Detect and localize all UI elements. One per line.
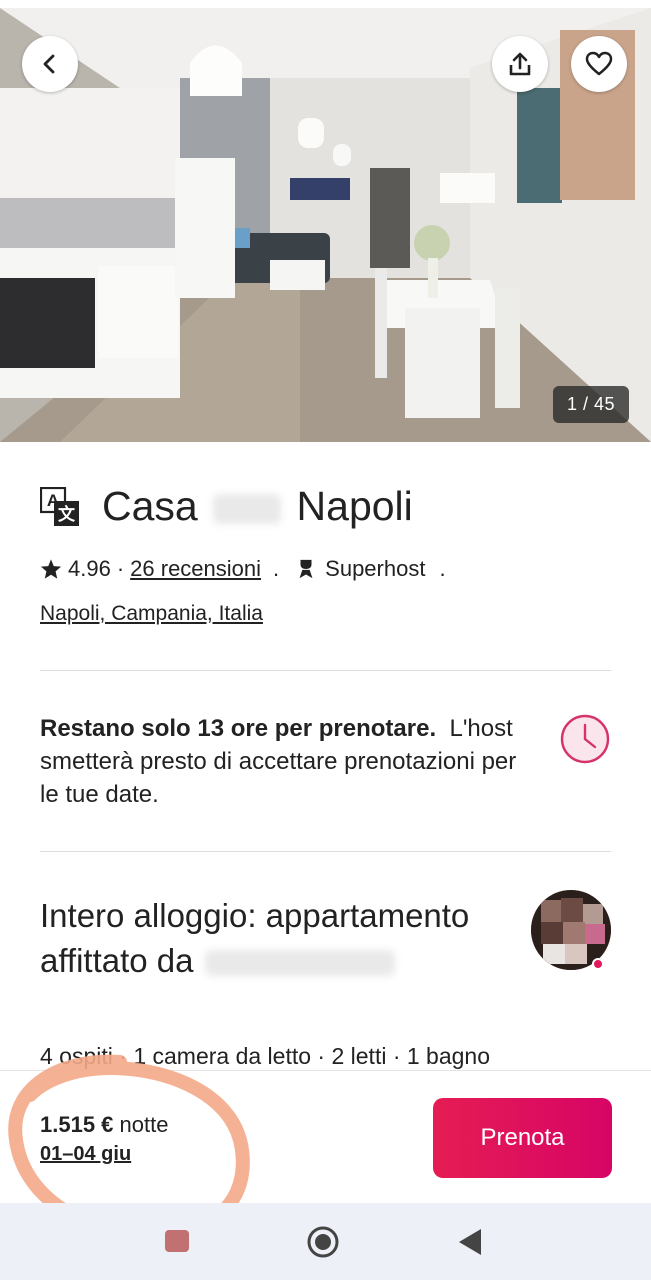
recent-apps-icon[interactable] bbox=[164, 1229, 190, 1253]
back-nav-icon[interactable] bbox=[456, 1227, 484, 1257]
divider bbox=[40, 670, 611, 671]
star-icon bbox=[40, 559, 62, 579]
divider-2 bbox=[40, 851, 611, 852]
superhost-badge bbox=[592, 958, 604, 970]
clock-icon bbox=[560, 714, 610, 764]
meta-dot: . bbox=[273, 556, 280, 581]
price-line: 1.515 € notte bbox=[40, 1112, 168, 1138]
amenities-summary: 4 ospiti · 1 camera da letto · 2 letti ·… bbox=[40, 1043, 491, 1069]
share-icon bbox=[509, 52, 531, 76]
booking-bar: 1.515 € notte 01–04 giu Prenota bbox=[0, 1070, 651, 1203]
listing-title-left: Casa bbox=[102, 483, 198, 529]
chevron-left-icon bbox=[43, 54, 55, 74]
favorite-button[interactable] bbox=[571, 36, 627, 92]
share-button[interactable] bbox=[492, 36, 548, 92]
rating-row: 4.96 · 26 recensioni . Superhost . bbox=[40, 556, 452, 582]
notice-highlight: Restano solo 13 ore per prenotare. bbox=[40, 715, 437, 742]
rating-separator: · bbox=[116, 556, 125, 581]
photo-counter: 1 / 45 bbox=[552, 386, 629, 423]
heart-icon bbox=[585, 51, 613, 76]
price-unit: notte bbox=[119, 1112, 169, 1137]
superhost-icon bbox=[299, 559, 313, 579]
svg-text:文: 文 bbox=[58, 504, 76, 524]
back-button[interactable] bbox=[22, 36, 78, 92]
reviews-link[interactable]: 26 recensioni bbox=[130, 556, 261, 582]
book-button[interactable]: Prenota bbox=[433, 1098, 612, 1178]
listing-photo[interactable]: 1 / 45 bbox=[0, 8, 651, 442]
apartment-photo bbox=[0, 8, 651, 442]
redacted-name bbox=[209, 492, 285, 526]
meta-dot-2: . bbox=[439, 556, 446, 581]
superhost-label: Superhost bbox=[325, 556, 426, 581]
listing-title-row: A 文 Casa Napoli bbox=[40, 483, 413, 530]
translate-icon[interactable]: A 文 bbox=[40, 486, 80, 527]
booking-notice: Restano solo 13 ore per prenotare. L'hos… bbox=[40, 712, 540, 811]
dates-link[interactable]: 01–04 giu bbox=[40, 1143, 131, 1166]
location-link[interactable]: Napoli, Campania, Italia bbox=[40, 602, 263, 626]
redacted-host-name bbox=[203, 946, 398, 980]
system-nav-bar bbox=[0, 1203, 651, 1280]
price-amount: 1.515 € bbox=[40, 1112, 114, 1137]
property-type-title: Intero alloggio: appartamento affittato … bbox=[40, 893, 510, 983]
listing-title: Casa Napoli bbox=[102, 483, 413, 530]
rating-value: 4.96 bbox=[68, 556, 111, 581]
listing-title-right: Napoli bbox=[296, 483, 413, 529]
home-icon[interactable] bbox=[306, 1225, 340, 1259]
